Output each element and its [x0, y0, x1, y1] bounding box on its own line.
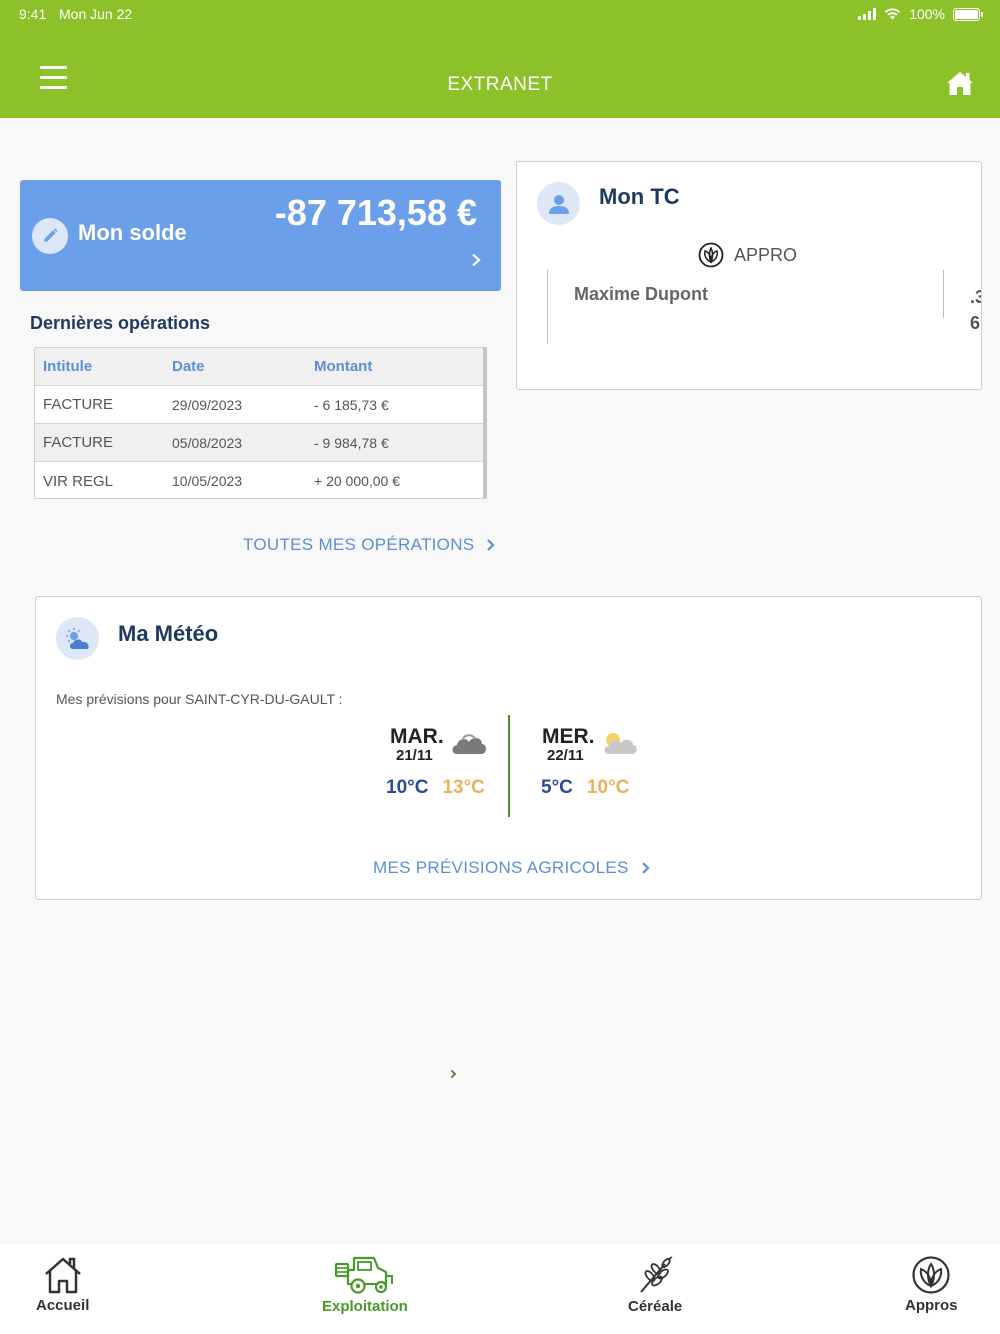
weather-badge [56, 617, 99, 660]
weather-card: Ma Météo Mes prévisions pour SAINT-CYR-D… [35, 596, 982, 900]
agricultural-forecast-label: MES PRÉVISIONS AGRICOLES [373, 858, 629, 877]
cellular-signal-icon [858, 8, 877, 20]
battery-icon [953, 7, 983, 21]
day-temperatures: 5°C 10°C [541, 777, 629, 799]
status-date: Mon Jun 22 [59, 6, 133, 22]
wifi-icon [884, 8, 901, 20]
technician-card-title: Mon TC [599, 184, 680, 209]
divider [547, 270, 548, 344]
technician-next-info: .3 6 [970, 284, 981, 336]
divider [943, 270, 944, 318]
temp-max: 13°C [442, 777, 485, 798]
weather-location: Mes prévisions pour SAINT-CYR-DU-GAULT : [56, 691, 343, 707]
category-label: APPRO [734, 244, 798, 265]
tab-exploitation[interactable]: Exploitation [322, 1254, 408, 1315]
status-time: 9:41 [19, 6, 47, 22]
operation-label: FACTURE [43, 396, 114, 413]
info-line: .3 [970, 287, 981, 307]
temp-min: 10°C [386, 777, 429, 798]
operation-date: 29/09/2023 [172, 396, 243, 413]
column-header: Intitule [43, 358, 93, 375]
balance-label: Mon solde [78, 220, 187, 245]
partly-cloudy-icon [65, 627, 89, 649]
home-icon [947, 72, 973, 95]
operation-amount: + 20 000,00 € [314, 473, 401, 489]
status-indicators: 100% [858, 6, 983, 22]
cloudy-icon [450, 729, 488, 762]
table-header: Intitule Date Montant [35, 348, 483, 386]
info-line: 6 [970, 313, 981, 333]
tab-appros[interactable]: Appros [905, 1255, 958, 1314]
person-icon [548, 194, 569, 214]
chevron-right-icon [641, 862, 650, 874]
table-row[interactable]: FACTURE 05/08/2023 - 9 984,78 € [35, 424, 483, 462]
leaf-circle-icon [912, 1256, 950, 1294]
agricultural-forecast-link[interactable]: MES PRÉVISIONS AGRICOLES [373, 858, 650, 878]
edit-icon-badge [32, 218, 68, 254]
operations-title: Dernières opérations [30, 313, 211, 333]
tab-label: Accueil [36, 1297, 90, 1314]
divider [508, 715, 510, 817]
forecast-day: MER. 22/11 5°C 10°C [541, 725, 637, 798]
day-name: MER. [542, 725, 595, 748]
chevron-right-icon [487, 539, 495, 551]
weather-title: Ma Météo [118, 621, 219, 646]
tab-label: Exploitation [322, 1298, 408, 1315]
balance-amount: -87 713,58 € [274, 192, 477, 233]
tab-accueil[interactable]: Accueil [36, 1255, 89, 1314]
balance-card[interactable]: Mon solde -87 713,58 € [20, 180, 501, 291]
chevron-right-icon[interactable] [450, 1066, 457, 1084]
tab-cereale[interactable]: Céréale [628, 1256, 682, 1315]
chevron-right-icon [471, 253, 481, 272]
column-header: Date [172, 358, 205, 375]
table-row[interactable]: FACTURE 29/09/2023 - 6 185,73 € [35, 386, 483, 424]
pencil-icon [44, 228, 58, 242]
day-date: 22/11 [547, 747, 584, 764]
technician-card[interactable]: Mon TC APPRO Maxime Dupont .3 6 [516, 161, 982, 390]
day-date: 21/11 [396, 747, 433, 764]
app-header: 9:41 Mon Jun 22 100% EXTRANET [0, 0, 1000, 118]
day-name: MAR. [390, 725, 444, 748]
operation-amount: - 9 984,78 € [314, 434, 389, 451]
day-temperatures: 10°C 13°C [386, 777, 485, 799]
wheat-icon [640, 1256, 673, 1293]
technician-name: Maxime Dupont [574, 284, 709, 304]
operations-table: Intitule Date Montant FACTURE 29/09/2023… [34, 347, 487, 499]
all-operations-link[interactable]: TOUTES MES OPÉRATIONS [243, 535, 495, 555]
table-row[interactable]: VIR REGL 10/05/2023 + 20 000,00 € [35, 462, 483, 498]
operation-date: 05/08/2023 [172, 434, 243, 451]
home-outline-icon [44, 1257, 81, 1294]
temp-max: 10°C [586, 777, 630, 798]
operation-amount: - 6 185,73 € [314, 396, 389, 413]
temp-min: 5°C [541, 777, 573, 798]
avatar [537, 182, 580, 225]
tab-label: Céréale [628, 1298, 683, 1315]
operation-date: 10/05/2023 [172, 473, 243, 489]
tab-label: Appros [905, 1297, 958, 1314]
battery-percent: 100% [909, 6, 945, 22]
operation-label: VIR REGL [43, 472, 114, 490]
page-title: EXTRANET [447, 74, 553, 95]
category-tag: APPRO [698, 242, 797, 268]
operation-label: FACTURE [43, 434, 114, 451]
home-button[interactable] [946, 70, 974, 101]
leaf-circle-icon [698, 242, 724, 268]
all-operations-label: TOUTES MES OPÉRATIONS [243, 535, 475, 554]
forecast-day: MAR. 21/11 10°C 13°C [386, 725, 486, 798]
partly-sunny-icon [600, 729, 638, 762]
column-header: Montant [314, 358, 373, 375]
bottom-tab-bar: Accueil Exploitation Céréale Appros [0, 1244, 1000, 1334]
harvester-icon [334, 1256, 393, 1294]
